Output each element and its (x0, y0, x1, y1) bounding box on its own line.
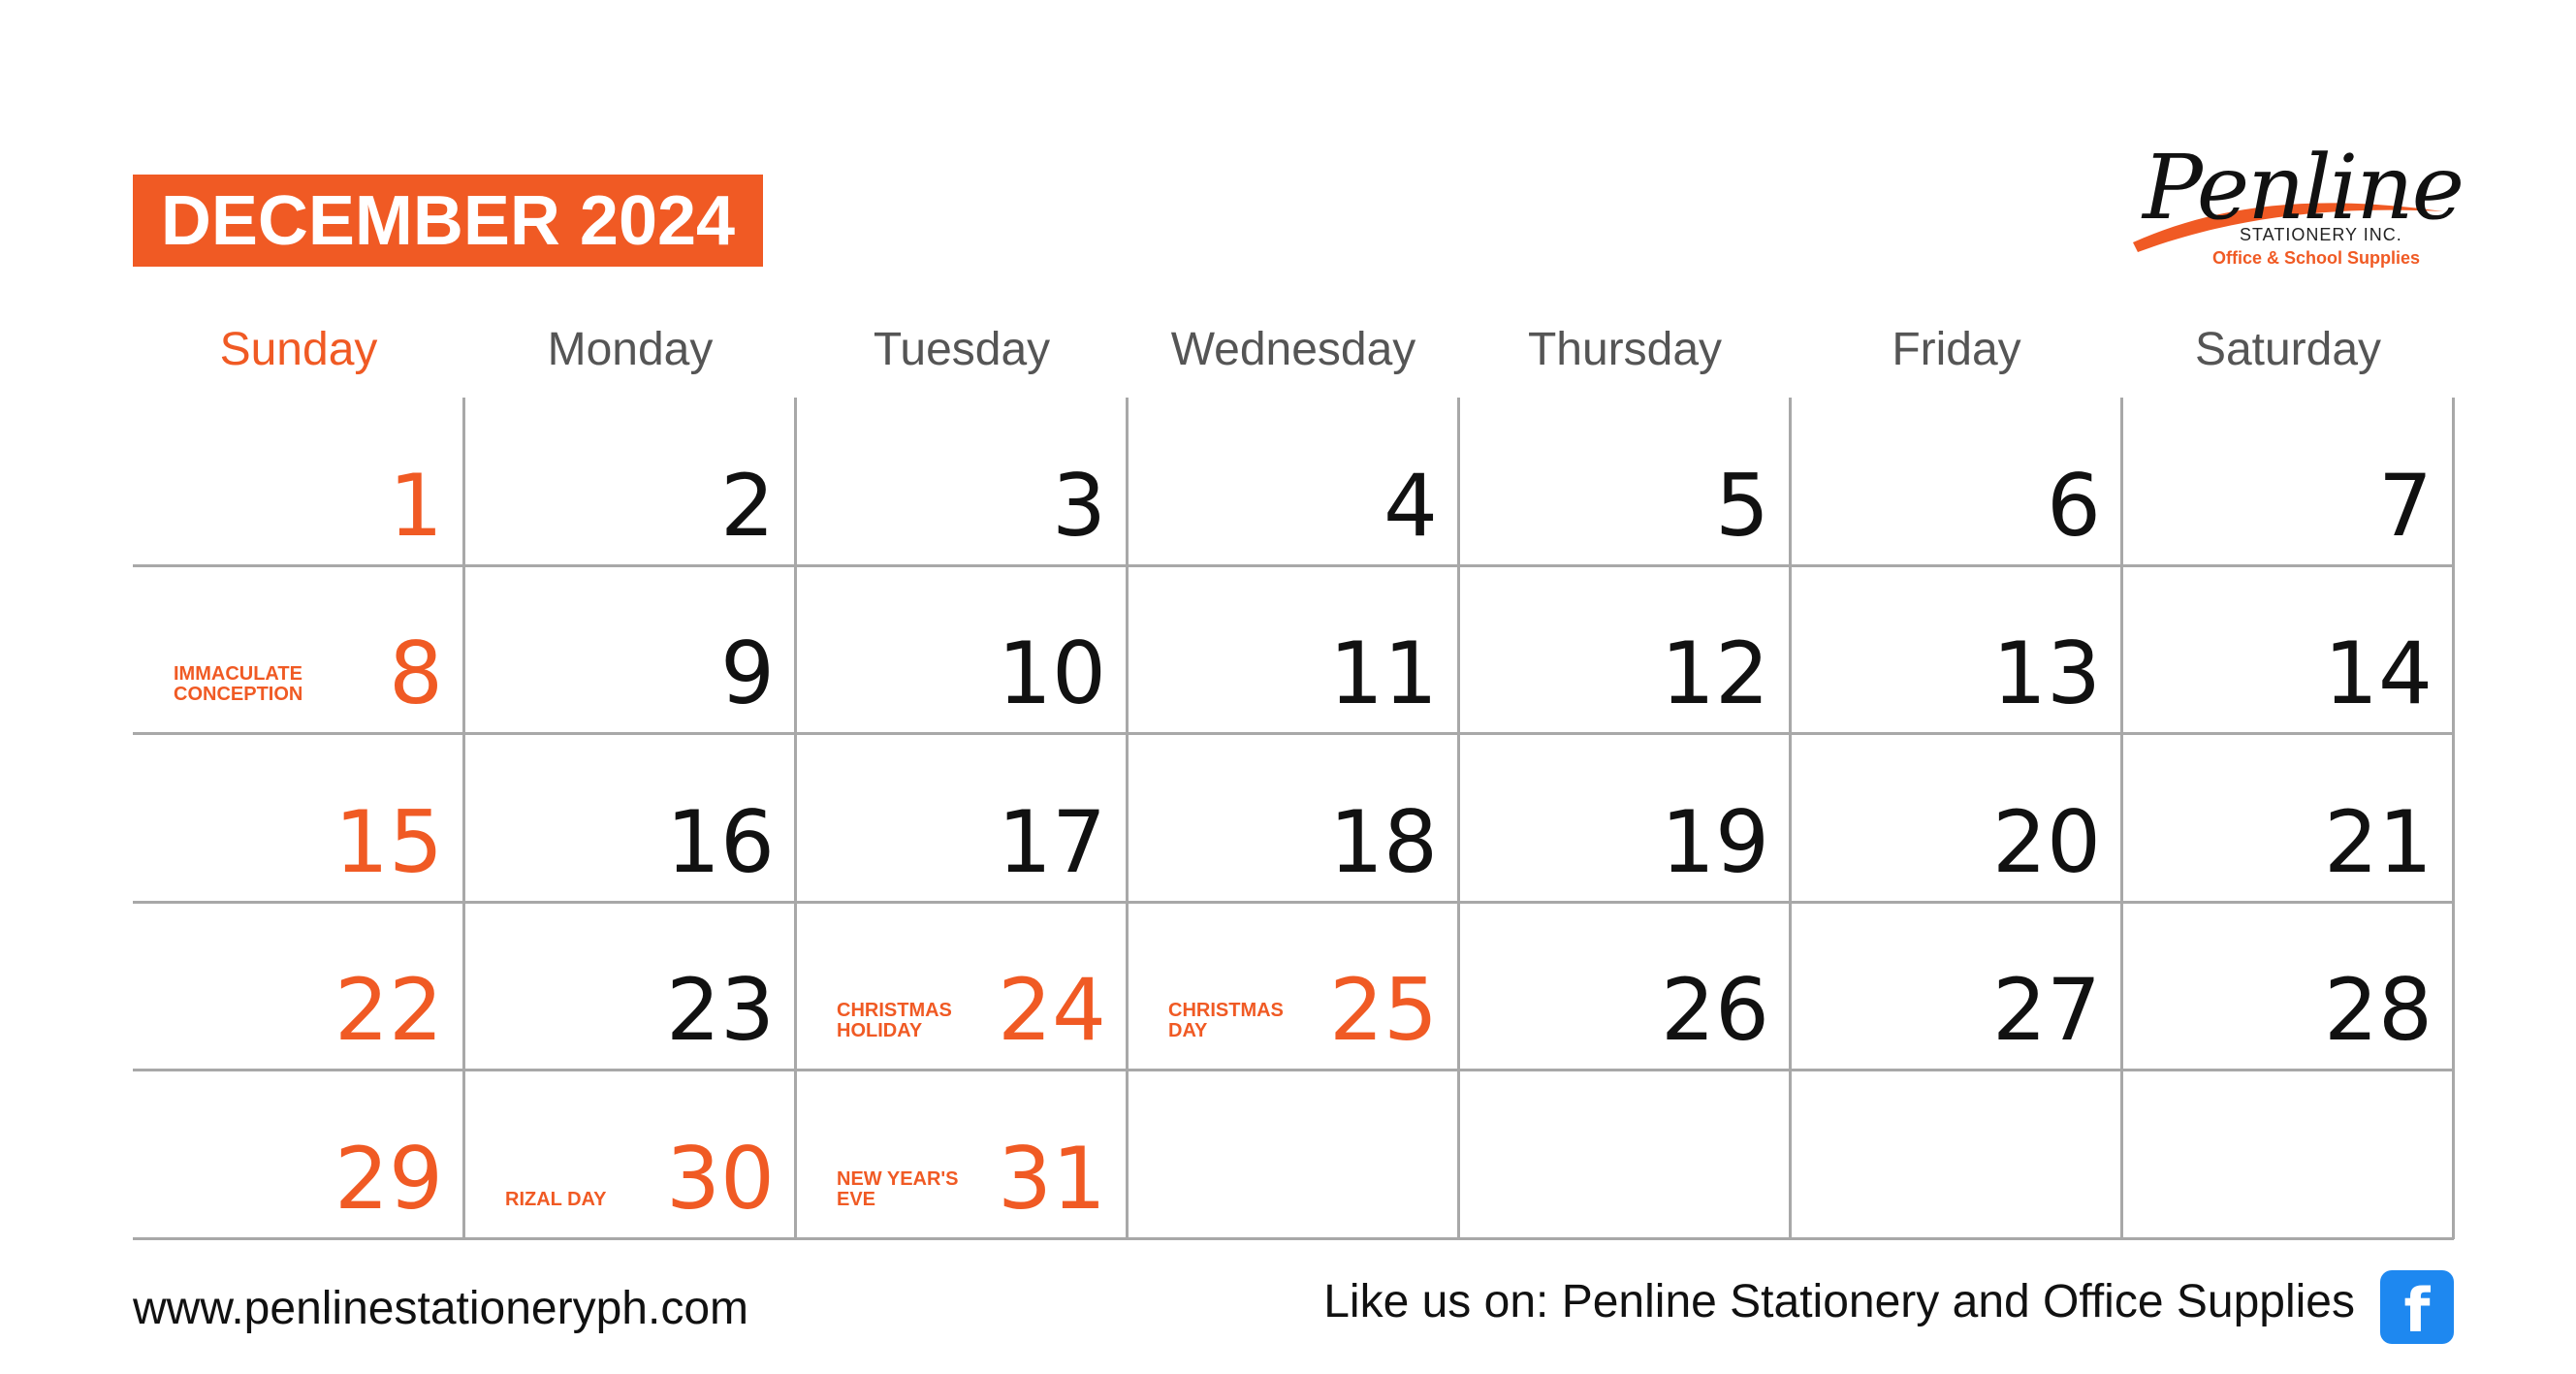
day-cell: 3 (796, 398, 1128, 566)
holiday-label: RIZAL DAY (505, 1188, 607, 1210)
day-cell: 19 (1459, 734, 1791, 903)
day-cell: 30 RIZAL DAY (464, 1070, 796, 1239)
day-cell: 14 (2122, 566, 2454, 735)
weekday-thursday: Thursday (1527, 323, 1723, 375)
day-cell: 5 (1459, 398, 1791, 566)
weekday-wednesday: Wednesday (1170, 323, 1416, 375)
day-cell: 8 IMMACULATE CONCEPTION (133, 566, 464, 735)
day-cell: 13 (1791, 566, 2122, 735)
day-number: 19 (1661, 791, 1769, 892)
weekday-monday: Monday (547, 323, 714, 375)
calendar-grid: 1 2 3 4 5 6 7 8 IMMACULATE CONCEPTION 9 10 11 12 13 14… (133, 398, 2454, 1239)
day-cell: 16 (464, 734, 796, 903)
holiday-label: CHRISTMAS DAY (1168, 1000, 1284, 1042)
day-cell (1791, 1070, 2122, 1239)
day-cell: 9 (464, 566, 796, 735)
day-number: 26 (1661, 960, 1769, 1061)
day-number: 15 (334, 791, 443, 892)
day-number: 12 (1661, 623, 1769, 724)
logo-script-text: Penline (2143, 136, 2465, 240)
day-cell: 21 (2122, 734, 2454, 903)
weekday-saturday: Saturday (2194, 323, 2382, 375)
day-cell: 1 (133, 398, 464, 566)
day-cell: 26 (1459, 903, 1791, 1071)
day-cell: 4 (1128, 398, 1459, 566)
day-cell: 15 (133, 734, 464, 903)
day-cell: 27 (1791, 903, 2122, 1071)
day-number: 11 (1329, 623, 1438, 724)
holiday-label: IMMACULATE CONCEPTION (174, 663, 303, 706)
day-number: 24 (998, 960, 1106, 1061)
day-number: 2 (720, 455, 775, 556)
logo-tagline: Office & School Supplies (2212, 248, 2421, 268)
day-cell: 18 (1128, 734, 1459, 903)
day-cell: 23 (464, 903, 796, 1071)
day-cell: 2 (464, 398, 796, 566)
day-number: 10 (998, 623, 1106, 724)
facebook-glyph: f (2403, 1274, 2431, 1346)
day-number: 27 (1992, 960, 2101, 1061)
day-number: 3 (1052, 455, 1106, 556)
day-number: 9 (720, 623, 775, 724)
day-number: 4 (1383, 455, 1438, 556)
holiday-label: CHRISTMAS HOLIDAY (837, 1000, 952, 1042)
day-cell (2122, 1070, 2454, 1239)
day-number: 5 (1715, 455, 1769, 556)
day-cell: 17 (796, 734, 1128, 903)
day-number: 20 (1992, 791, 2101, 892)
day-number: 7 (2378, 455, 2433, 556)
day-cell: 24 CHRISTMAS HOLIDAY (796, 903, 1128, 1071)
day-number: 16 (666, 791, 775, 892)
holiday-label: NEW YEAR'S EVE (837, 1167, 959, 1210)
day-number: 29 (334, 1128, 443, 1229)
day-number: 14 (2324, 623, 2433, 724)
month-title-banner: DECEMBER 2024 (133, 175, 763, 267)
day-cell: 20 (1791, 734, 2122, 903)
day-number: 28 (2324, 960, 2433, 1061)
day-cell: 25 CHRISTMAS DAY (1128, 903, 1459, 1071)
day-number: 21 (2324, 791, 2433, 892)
day-cell: 12 (1459, 566, 1791, 735)
day-cell: 10 (796, 566, 1128, 735)
day-number: 18 (1329, 791, 1438, 892)
day-number: 8 (389, 623, 443, 724)
day-cell: 6 (1791, 398, 2122, 566)
day-cell (1128, 1070, 1459, 1239)
weekday-tuesday: Tuesday (873, 323, 1051, 375)
day-number: 22 (334, 960, 443, 1061)
day-number: 30 (666, 1128, 775, 1229)
day-number: 31 (998, 1128, 1106, 1229)
weekday-sunday: Sunday (219, 323, 378, 375)
website-url[interactable]: www.penlinestationeryph.com (133, 1282, 748, 1335)
day-cell (1459, 1070, 1791, 1239)
penline-logo: Penline STATIONERY INC. Office & School … (2065, 136, 2465, 281)
day-number: 17 (998, 791, 1106, 892)
day-cell: 29 (133, 1070, 464, 1239)
day-cell: 28 (2122, 903, 2454, 1071)
day-number: 23 (666, 960, 775, 1061)
facebook-icon[interactable]: f (2380, 1270, 2454, 1346)
day-number: 25 (1329, 960, 1438, 1061)
weekday-header: Sunday Monday Tuesday Wednesday Thursday… (133, 310, 2454, 388)
day-number: 6 (2047, 455, 2101, 556)
day-cell: 11 (1128, 566, 1459, 735)
day-number: 13 (1992, 623, 2101, 724)
day-number: 1 (389, 455, 443, 556)
day-cell: 31 NEW YEAR'S EVE (796, 1070, 1128, 1239)
weekday-friday: Friday (1892, 323, 2021, 375)
facebook-like-text: Like us on: Penline Stationery and Offic… (1323, 1276, 2355, 1327)
month-title: DECEMBER 2024 (160, 181, 736, 260)
logo-company-line: STATIONERY INC. (2240, 225, 2402, 244)
day-cell: 7 (2122, 398, 2454, 566)
day-cell: 22 (133, 903, 464, 1071)
